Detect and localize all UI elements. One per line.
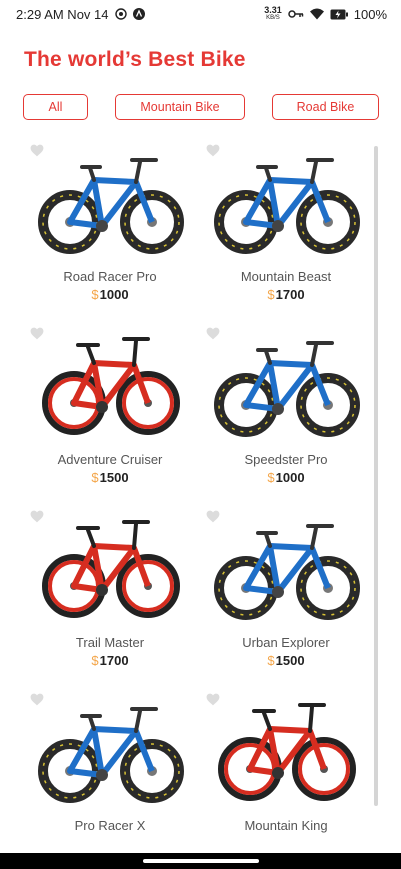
currency-symbol: $ bbox=[267, 653, 275, 668]
wifi-icon bbox=[309, 8, 324, 20]
record-icon bbox=[114, 8, 127, 20]
product-card[interactable]: Adventure Cruiser $1500 bbox=[22, 321, 198, 503]
currency-symbol: $ bbox=[267, 470, 275, 485]
network-speed-value: 3.31 bbox=[264, 5, 282, 15]
price-value: 1500 bbox=[275, 653, 305, 668]
battery-charging-icon bbox=[330, 9, 348, 20]
product-card[interactable]: Trail Master $1700 bbox=[22, 504, 198, 686]
product-card[interactable]: Mountain Beast $1700 bbox=[198, 138, 374, 320]
product-name: Speedster Pro bbox=[244, 452, 328, 467]
bike-image bbox=[214, 158, 360, 254]
product-card[interactable]: Urban Explorer $1500 bbox=[198, 504, 374, 686]
product-price: $1000 bbox=[22, 287, 198, 302]
filter-all-button[interactable]: All bbox=[23, 94, 88, 120]
product-name: Road Racer Pro bbox=[63, 269, 157, 284]
product-price: $1700 bbox=[22, 653, 198, 668]
product-price: $1500 bbox=[198, 653, 374, 668]
product-card[interactable]: Road Racer Pro $1000 bbox=[22, 138, 198, 320]
product-card[interactable]: Mountain King bbox=[198, 687, 374, 838]
price-value: 1000 bbox=[99, 287, 129, 302]
filter-road-bike-button[interactable]: Road Bike bbox=[272, 94, 379, 120]
network-speed: 3.31 KB/S bbox=[264, 6, 282, 22]
product-name: Adventure Cruiser bbox=[57, 452, 163, 467]
product-card[interactable]: Pro Racer X bbox=[22, 687, 198, 838]
price-value: 1500 bbox=[99, 470, 129, 485]
currency-symbol: $ bbox=[91, 653, 99, 668]
bike-image bbox=[38, 707, 184, 803]
home-gesture-handle[interactable] bbox=[143, 859, 259, 863]
currency-symbol: $ bbox=[91, 470, 99, 485]
product-price: $1000 bbox=[198, 470, 374, 485]
key-icon bbox=[288, 9, 304, 19]
product-name: Mountain Beast bbox=[240, 269, 332, 284]
price-value: 1000 bbox=[275, 470, 305, 485]
filter-mountain-bike-button[interactable]: Mountain Bike bbox=[115, 94, 245, 120]
bike-image bbox=[42, 337, 180, 435]
bike-image bbox=[214, 524, 360, 620]
network-speed-unit: KB/S bbox=[266, 15, 280, 21]
battery-percent: 100% bbox=[353, 6, 387, 22]
product-price: $1500 bbox=[22, 470, 198, 485]
product-name: Mountain King bbox=[244, 818, 328, 833]
bike-image bbox=[214, 341, 360, 437]
price-value: 1700 bbox=[275, 287, 305, 302]
filter-bar: All Mountain Bike Road Bike bbox=[23, 94, 379, 121]
bike-image bbox=[42, 520, 180, 618]
product-name: Pro Racer X bbox=[74, 818, 146, 833]
currency-symbol: $ bbox=[91, 287, 99, 302]
currency-symbol: $ bbox=[267, 287, 275, 302]
product-name: Trail Master bbox=[75, 635, 145, 650]
status-time: 2:29 AM Nov 14 bbox=[16, 6, 109, 22]
price-value: 1700 bbox=[99, 653, 129, 668]
system-navigation-bar bbox=[0, 853, 401, 869]
status-bar: 2:29 AM Nov 14 3.31 KB/S 100% bbox=[0, 0, 401, 28]
product-grid: Road Racer Pro $1000 Mountain Beast $170… bbox=[22, 138, 374, 838]
bike-image bbox=[218, 703, 356, 801]
scrollbar[interactable] bbox=[374, 146, 378, 806]
product-card[interactable]: Speedster Pro $1000 bbox=[198, 321, 374, 503]
app-notification-icon bbox=[132, 8, 145, 20]
product-name: Urban Explorer bbox=[242, 635, 330, 650]
bike-image bbox=[38, 158, 184, 254]
page-title: The world’s Best Bike bbox=[24, 48, 246, 71]
product-price: $1700 bbox=[198, 287, 374, 302]
